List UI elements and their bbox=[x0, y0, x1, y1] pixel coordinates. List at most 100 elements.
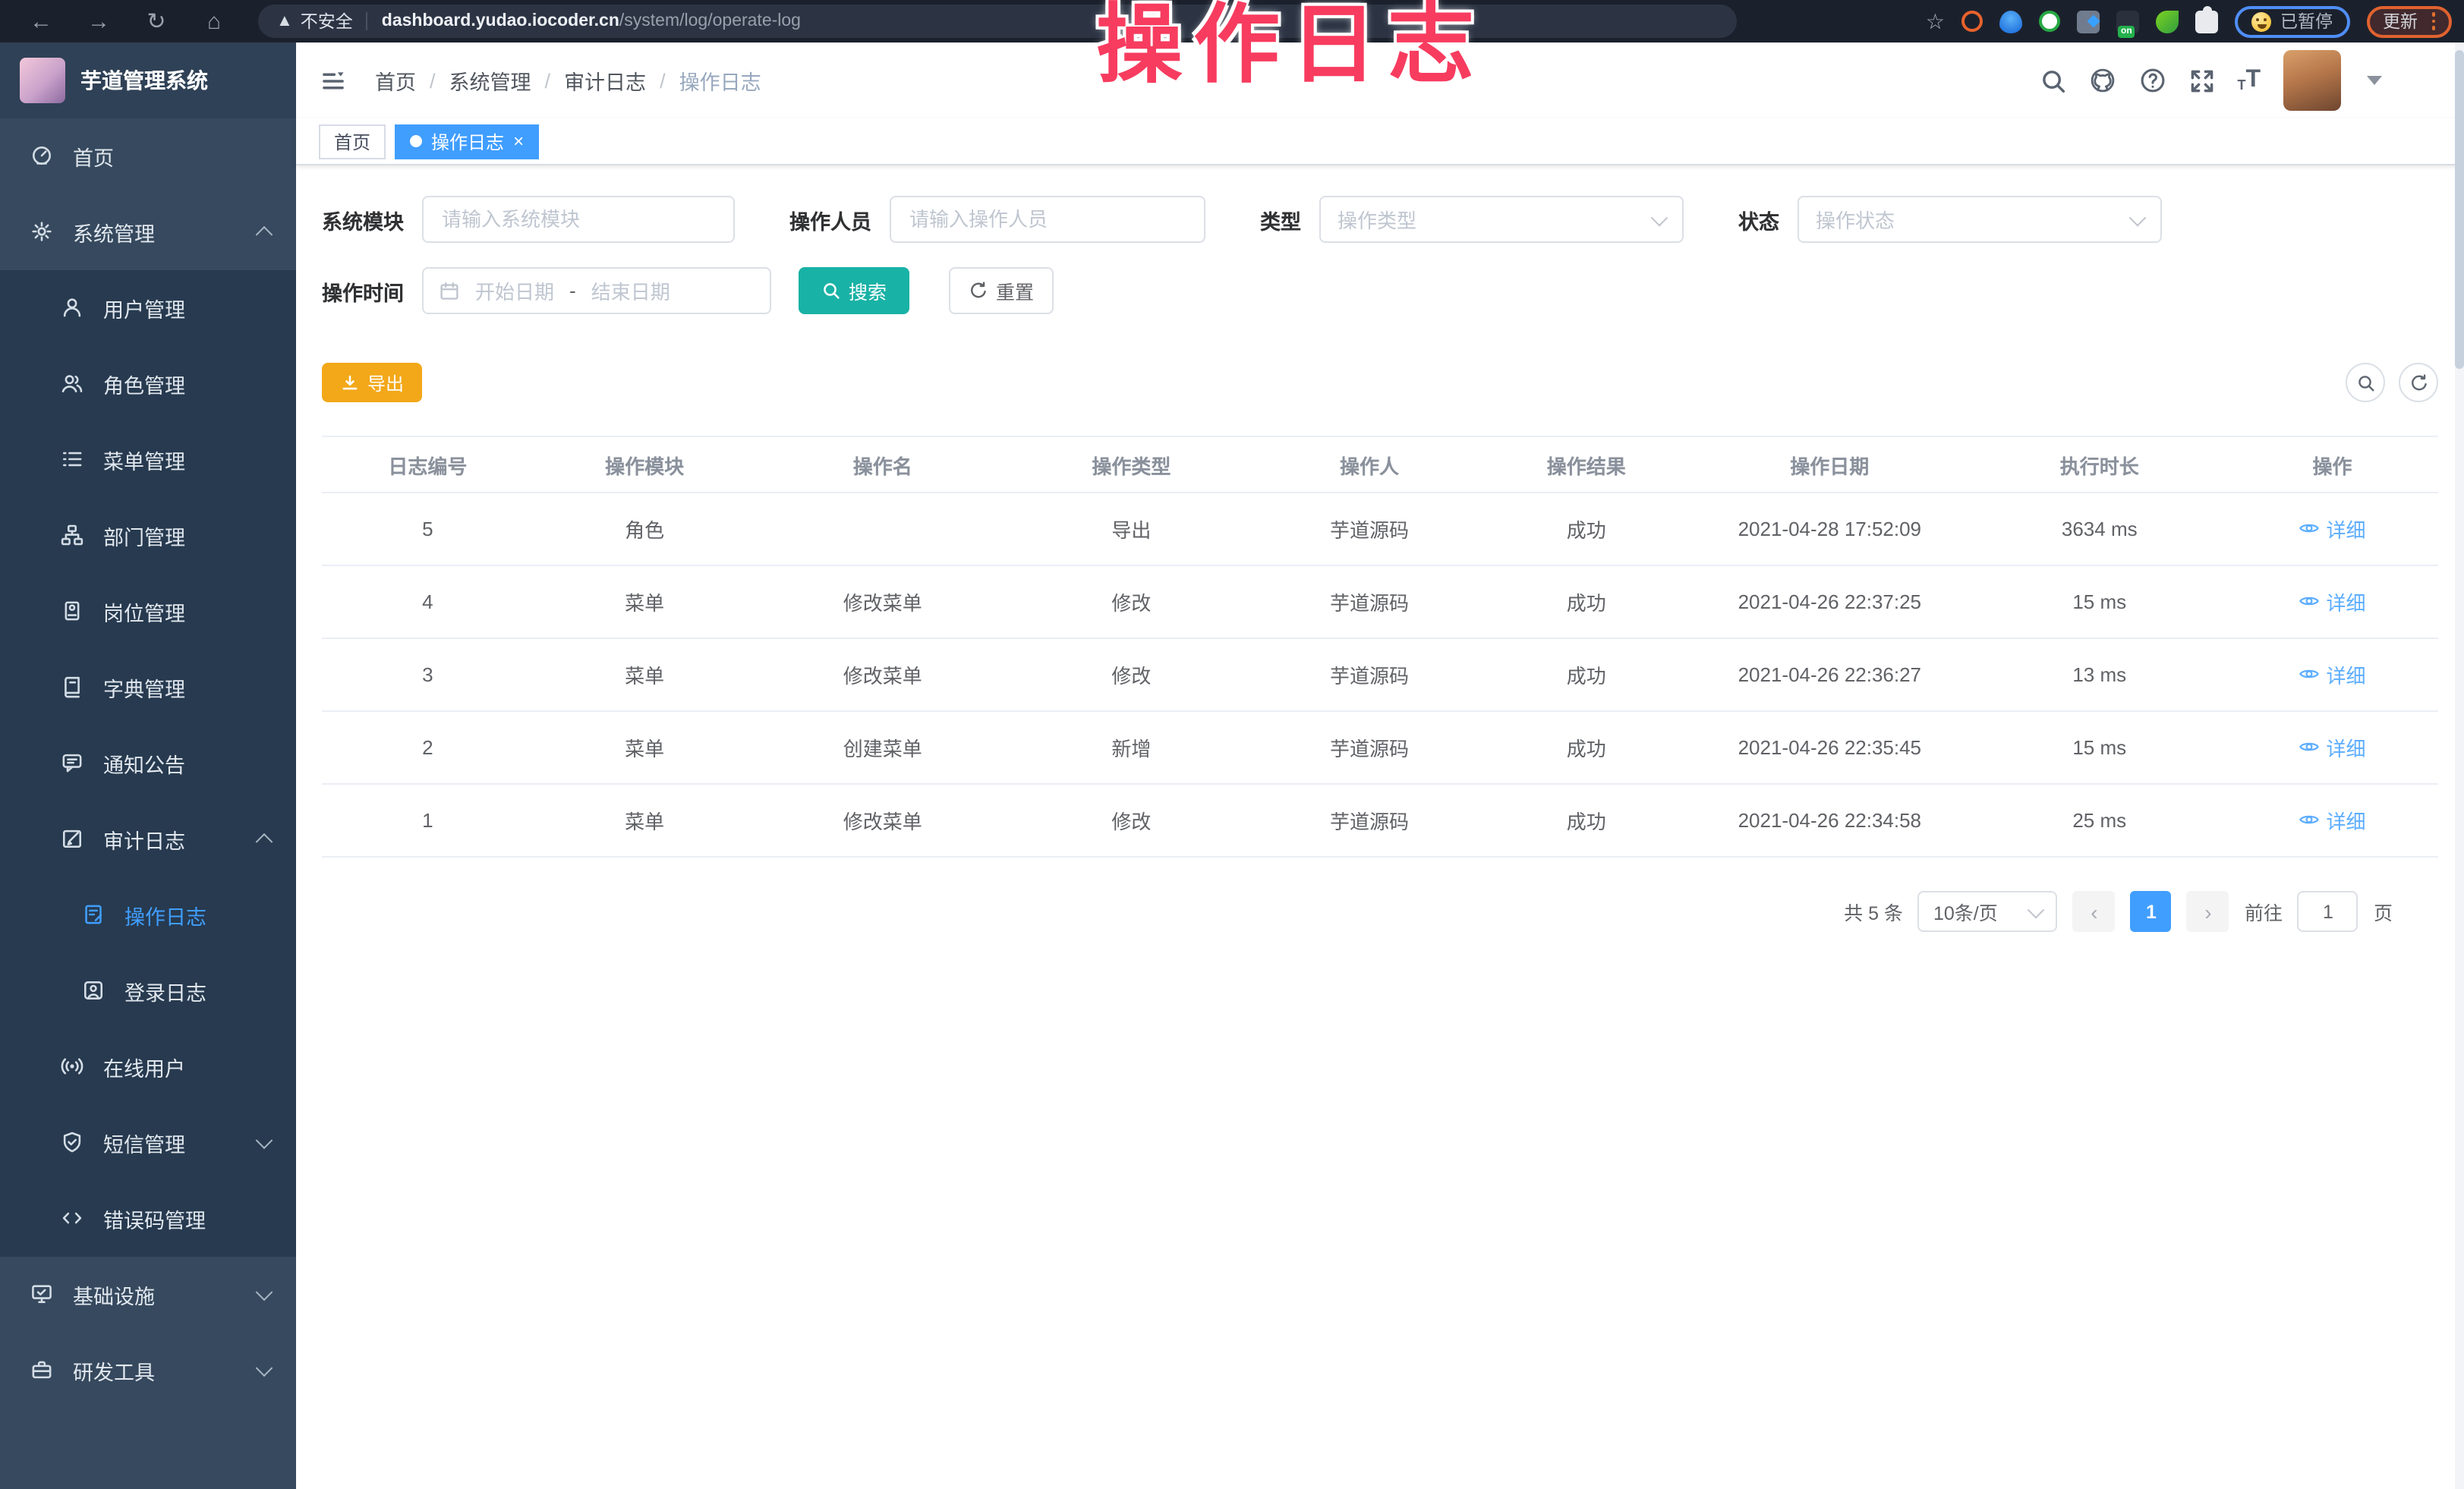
sidebar-item-post-management[interactable]: 岗位管理 bbox=[0, 574, 296, 650]
column-header: 操作人 bbox=[1253, 436, 1486, 493]
main-area: 首页/系统管理/审计日志/操作日志 TT bbox=[296, 42, 2464, 1489]
filter-module: 系统模块 bbox=[322, 196, 735, 243]
table-cell: 芋道源码 bbox=[1253, 638, 1486, 711]
browser-update-button[interactable]: 更新 bbox=[2366, 5, 2452, 37]
sidebar-item-notice-announcement[interactable]: 通知公告 bbox=[0, 726, 296, 801]
back-icon[interactable]: ← bbox=[23, 5, 59, 38]
sidebar-item-label: 字典管理 bbox=[103, 672, 185, 703]
pagination: 共 5 条 10条/页 ‹ 1 › 前往 页 bbox=[322, 891, 2438, 932]
app-frame: 芋道管理系统 首页系统管理用户管理角色管理菜单管理部门管理岗位管理字典管理通知公… bbox=[0, 42, 2464, 1489]
forward-icon[interactable]: → bbox=[80, 5, 117, 38]
module-input[interactable] bbox=[422, 196, 735, 243]
sidebar-item-error-code-management[interactable]: 错误码管理 bbox=[0, 1181, 296, 1257]
sidebar-item-dict-management[interactable]: 字典管理 bbox=[0, 650, 296, 726]
caret-down-icon[interactable] bbox=[2367, 76, 2382, 85]
end-date-placeholder[interactable]: 结束日期 bbox=[591, 276, 670, 305]
sidebar-item-login-log[interactable]: 登录日志 bbox=[0, 953, 296, 1029]
table-cell bbox=[756, 493, 1010, 565]
goto-page-input[interactable] bbox=[2298, 891, 2358, 932]
extension-leaf-icon[interactable] bbox=[2156, 10, 2179, 33]
bookmark-star-icon[interactable]: ☆ bbox=[1926, 8, 1945, 34]
table-cell: 芋道源码 bbox=[1253, 784, 1486, 857]
tag-view-bar: 首页操作日志× bbox=[296, 118, 2464, 165]
chevron-down-icon bbox=[256, 1359, 273, 1377]
status-select[interactable]: 操作状态 bbox=[1798, 196, 2162, 243]
extension-blue-pin-icon[interactable] bbox=[1999, 10, 2022, 33]
sidebar-item-user-management[interactable]: 用户管理 bbox=[0, 270, 296, 346]
detail-link[interactable]: 详细 bbox=[2299, 515, 2366, 543]
table-header-row: 日志编号操作模块操作名操作类型操作人操作结果操作日期执行时长操作 bbox=[322, 436, 2438, 493]
detail-link[interactable]: 详细 bbox=[2299, 660, 2366, 689]
sidebar-logo: 芋道管理系统 bbox=[0, 42, 296, 118]
sidebar-item-audit-log[interactable]: 审计日志 bbox=[0, 801, 296, 877]
current-page-button[interactable]: 1 bbox=[2131, 891, 2172, 932]
table-cell: 成功 bbox=[1486, 711, 1687, 784]
toggle-search-button[interactable] bbox=[2346, 363, 2385, 402]
profile-paused-badge[interactable]: 已暂停 bbox=[2235, 5, 2349, 37]
next-page-button[interactable]: › bbox=[2187, 891, 2229, 932]
github-icon[interactable] bbox=[2088, 67, 2116, 94]
sidebar-item-role-management[interactable]: 角色管理 bbox=[0, 346, 296, 422]
detail-link[interactable]: 详细 bbox=[2299, 806, 2366, 835]
sidebar-item-infrastructure[interactable]: 基础设施 bbox=[0, 1257, 296, 1333]
page-size-select[interactable]: 10条/页 bbox=[1918, 891, 2058, 932]
reload-icon[interactable]: ↻ bbox=[138, 5, 175, 38]
sidebar-collapse-icon[interactable] bbox=[314, 62, 351, 99]
search-button[interactable]: 搜索 bbox=[799, 267, 909, 314]
error-code-icon bbox=[61, 1207, 85, 1231]
extension-green-circle-icon[interactable] bbox=[2039, 11, 2060, 32]
extension-orange-ring-icon[interactable] bbox=[1961, 11, 1983, 32]
export-button[interactable]: 导出 bbox=[322, 363, 422, 402]
sidebar-item-dept-management[interactable]: 部门管理 bbox=[0, 498, 296, 574]
sidebar-item-label: 研发工具 bbox=[73, 1355, 155, 1386]
users-icon bbox=[61, 372, 85, 396]
breadcrumb-separator: / bbox=[545, 69, 551, 92]
table-cell: 2 bbox=[322, 711, 534, 784]
scrollbar-thumb[interactable] bbox=[2455, 50, 2464, 369]
prev-page-button[interactable]: ‹ bbox=[2073, 891, 2116, 932]
sidebar-item-home[interactable]: 首页 bbox=[0, 118, 296, 194]
reset-button[interactable]: 重置 bbox=[949, 267, 1054, 314]
sidebar-item-dev-tools[interactable]: 研发工具 bbox=[0, 1333, 296, 1409]
extension-gray-diamond-icon[interactable] bbox=[2077, 10, 2100, 33]
kebab-menu-icon[interactable] bbox=[2431, 13, 2435, 30]
page-scrollbar[interactable] bbox=[2455, 42, 2464, 1489]
extension-on-badge-icon[interactable]: on bbox=[2116, 10, 2139, 33]
help-icon[interactable] bbox=[2138, 67, 2166, 94]
date-range-picker[interactable]: 开始日期 - 结束日期 bbox=[422, 267, 771, 314]
table-row: 2菜单创建菜单新增芋道源码成功2021-04-26 22:35:4515 ms详… bbox=[322, 711, 2438, 784]
tab-close-icon[interactable]: × bbox=[513, 132, 524, 150]
refresh-button[interactable] bbox=[2399, 363, 2438, 402]
start-date-placeholder[interactable]: 开始日期 bbox=[475, 276, 554, 305]
sidebar-item-online-users[interactable]: 在线用户 bbox=[0, 1029, 296, 1105]
extensions-puzzle-icon[interactable] bbox=[2195, 10, 2218, 33]
column-header: 操作类型 bbox=[1010, 436, 1253, 493]
breadcrumb-item[interactable]: 首页 bbox=[375, 65, 416, 96]
dashboard-icon bbox=[30, 144, 55, 168]
address-bar[interactable]: ▲ 不安全 dashboard.yudao.iocoder.cn /system… bbox=[258, 5, 1737, 38]
detail-link[interactable]: 详细 bbox=[2299, 587, 2366, 616]
font-size-icon[interactable]: TT bbox=[2237, 68, 2261, 93]
table-cell: 芋道源码 bbox=[1253, 711, 1486, 784]
breadcrumb-item[interactable]: 系统管理 bbox=[449, 65, 531, 96]
user-avatar[interactable] bbox=[2283, 50, 2341, 111]
table-cell: 2021-04-26 22:34:58 bbox=[1687, 784, 1972, 857]
search-icon[interactable] bbox=[2040, 68, 2065, 93]
sidebar-item-menu-management[interactable]: 菜单管理 bbox=[0, 422, 296, 498]
security-chip[interactable]: 不安全 bbox=[301, 9, 353, 33]
breadcrumb-item[interactable]: 审计日志 bbox=[564, 65, 646, 96]
tab-operate-log[interactable]: 操作日志× bbox=[395, 124, 539, 159]
type-select[interactable]: 操作类型 bbox=[1319, 196, 1684, 243]
fullscreen-icon[interactable] bbox=[2188, 68, 2214, 93]
sidebar-item-label: 系统管理 bbox=[73, 217, 155, 247]
sidebar-item-operate-log[interactable]: 操作日志 bbox=[0, 877, 296, 953]
actions-cell: 详细 bbox=[2226, 565, 2438, 638]
table-cell: 芋道源码 bbox=[1253, 565, 1486, 638]
sidebar-item-sms-management[interactable]: 短信管理 bbox=[0, 1105, 296, 1181]
detail-link[interactable]: 详细 bbox=[2299, 733, 2366, 762]
sidebar-item-label: 部门管理 bbox=[103, 521, 185, 551]
home-icon[interactable]: ⌂ bbox=[196, 5, 232, 38]
tab-home[interactable]: 首页 bbox=[319, 124, 386, 159]
operator-input[interactable] bbox=[890, 196, 1205, 243]
sidebar-item-system-management[interactable]: 系统管理 bbox=[0, 194, 296, 270]
